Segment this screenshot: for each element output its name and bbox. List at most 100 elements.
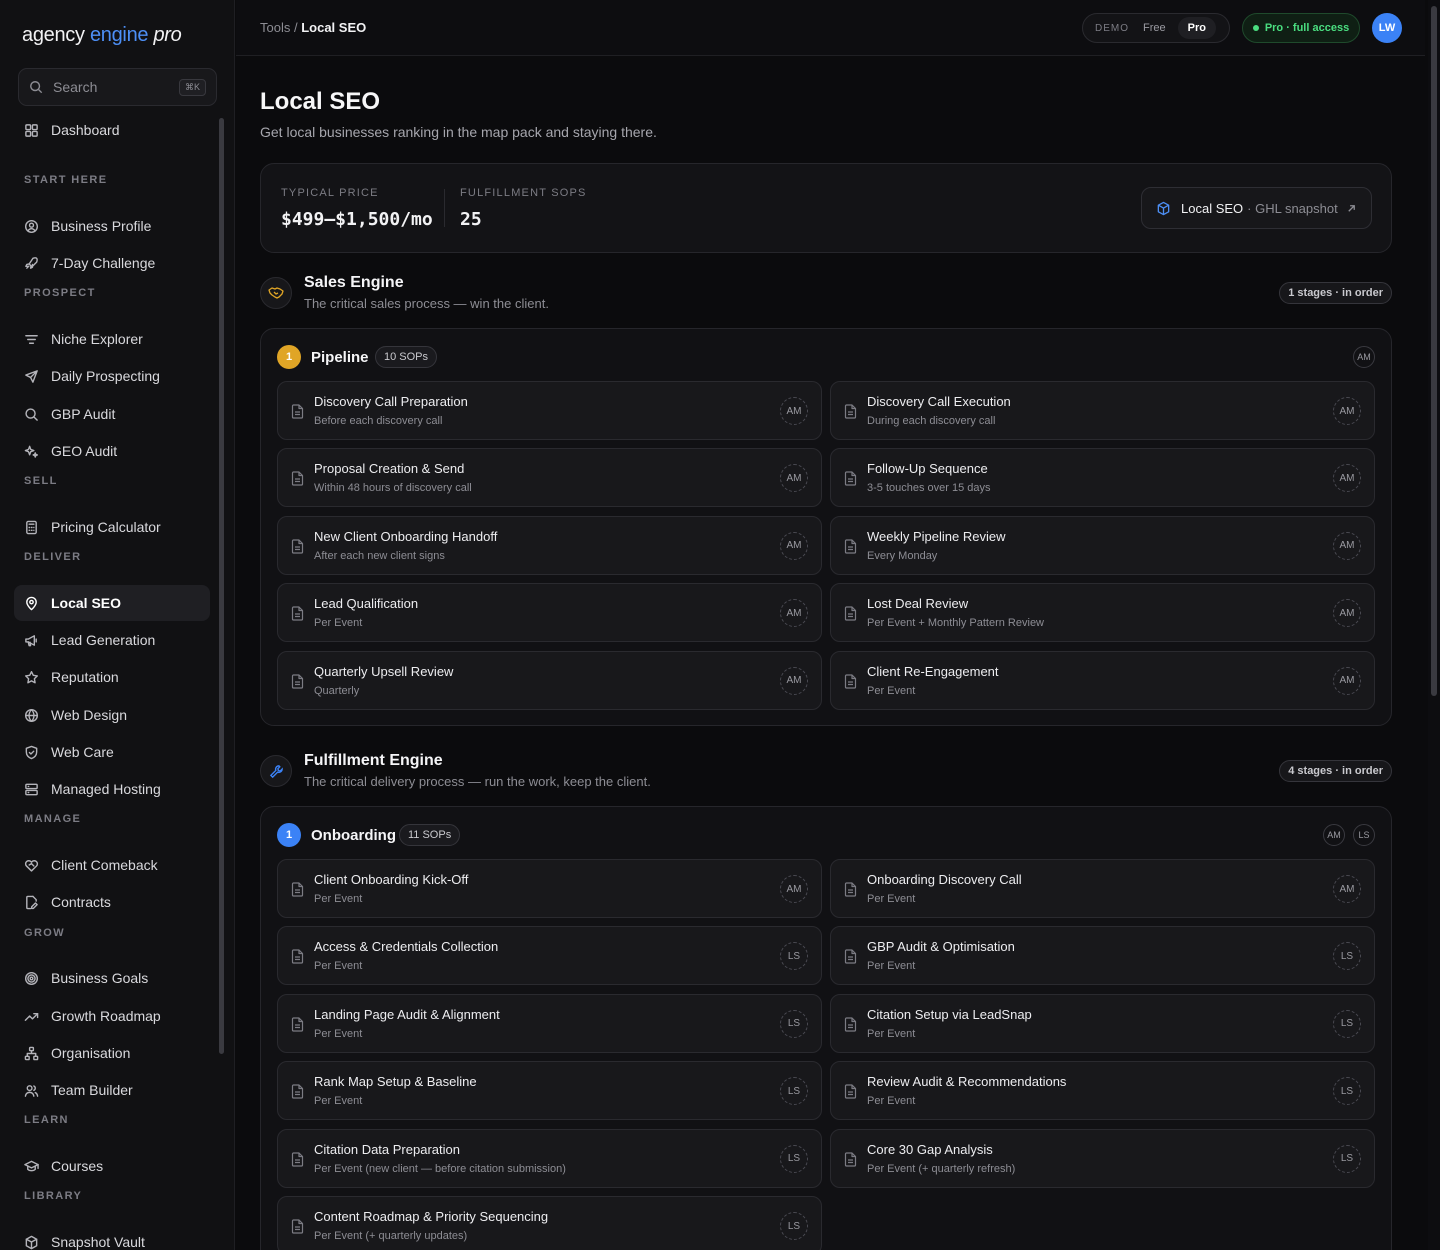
sop-card[interactable]: Rank Map Setup & Baseline Per Event LS (277, 1061, 822, 1121)
sidebar-item-team-builder[interactable]: Team Builder (14, 1072, 210, 1108)
sidebar-item-web-design[interactable]: Web Design (14, 697, 210, 733)
sop-card[interactable]: Weekly Pipeline Review Every Monday AM (830, 515, 1375, 575)
sop-owner-avatar[interactable]: LS (1333, 1077, 1361, 1106)
sop-card[interactable]: Client Onboarding Kick-Off Per Event AM (277, 859, 822, 918)
sop-title: GBP Audit & Optimisation (867, 939, 1015, 955)
sidebar-item-lead-generation[interactable]: Lead Generation (14, 622, 210, 658)
sop-card[interactable]: Review Audit & Recommendations Per Event L… (830, 1061, 1375, 1121)
document-icon (844, 606, 857, 621)
sop-card[interactable]: Citation Data Preparation Per Event (new … (277, 1128, 822, 1188)
sidebar-item-snapshot-vault[interactable]: Snapshot Vault (14, 1224, 210, 1250)
sidebar-item-managed-hosting[interactable]: Managed Hosting (14, 771, 210, 807)
sidebar-item-web-care[interactable]: Web Care (14, 734, 210, 770)
sidebar-item-daily-prospecting[interactable]: Daily Prospecting (14, 358, 210, 394)
sop-owner-avatar[interactable]: AM (1333, 464, 1361, 493)
sidebar-item-growth-roadmap[interactable]: Growth Roadmap (14, 998, 210, 1034)
sop-card[interactable]: Lost Deal Review Per Event + Monthly Patt… (830, 583, 1375, 643)
snapshot-suffix: · GHL snapshot (1247, 200, 1338, 216)
sidebar-item-organisation[interactable]: Organisation (14, 1035, 210, 1071)
sop-owner-avatar[interactable]: LS (780, 1212, 808, 1240)
sop-card[interactable]: GBP Audit & Optimisation Per Event LS (830, 926, 1375, 986)
sop-card[interactable]: Landing Page Audit & Alignment Per Event L… (277, 993, 822, 1053)
sop-owner-avatar[interactable]: LS (780, 1144, 808, 1173)
sop-card[interactable]: Core 30 Gap Analysis Per Event (+ quarter… (830, 1128, 1375, 1188)
search-box[interactable]: Search ⌘K (18, 68, 217, 106)
sop-owner-avatar[interactable]: LS (780, 1009, 808, 1038)
sop-owner-avatar[interactable]: AM (780, 464, 808, 493)
sales-engine-subtitle: The critical sales process — win the cli… (304, 296, 549, 311)
sop-card[interactable]: Client Re-Engagement Per Event AM (830, 650, 1375, 710)
sales-engine-title: Sales Engine (304, 274, 404, 291)
sidebar-item-label: Growth Roadmap (51, 1008, 161, 1024)
map-pin-icon (26, 596, 37, 610)
sidebar-item-local-seo[interactable]: Local SEO (14, 585, 210, 621)
sop-card[interactable]: Follow-Up Sequence 3-5 touches over 15 da… (830, 448, 1375, 508)
breadcrumb-tools[interactable]: Tools (260, 20, 290, 35)
sidebar-item-gbp-audit[interactable]: GBP Audit (14, 396, 210, 432)
sop-card[interactable]: Content Roadmap & Priority Sequencing Per… (277, 1196, 822, 1250)
nav-section-learn: LEARN (24, 1114, 69, 1126)
rocket-icon (25, 256, 38, 269)
sop-owner-avatar[interactable]: AM (1333, 599, 1361, 628)
plan-pro-option[interactable]: Pro (1177, 17, 1216, 39)
sidebar-item-business-goals[interactable]: Business Goals (14, 960, 210, 996)
sop-card[interactable]: Quarterly Upsell Review Quarterly AM (277, 650, 822, 710)
sop-owner-avatar[interactable]: LS (1333, 1144, 1361, 1173)
sop-owner-avatar[interactable]: LS (780, 1077, 808, 1106)
snapshot-link-button[interactable]: Local SEO · GHL snapshot (1141, 187, 1372, 229)
sidebar-item-contracts[interactable]: Contracts (14, 884, 210, 920)
sop-owner-avatar[interactable]: AM (1333, 875, 1361, 903)
stats-card: TYPICAL PRICE $499–$1,500/mo FULFILLMENT… (260, 163, 1392, 253)
sidebar-item-client-comeback[interactable]: Client Comeback (14, 847, 210, 883)
sidebar-item-label: GBP Audit (51, 406, 116, 422)
sop-card[interactable]: Discovery Call Execution During each disc… (830, 381, 1375, 440)
access-badge: Pro · full access (1242, 13, 1360, 43)
sop-card[interactable]: New Client Onboarding Handoff After each … (277, 515, 822, 575)
sop-frequency: During each discovery call (867, 415, 996, 427)
page-scrollbar[interactable] (1428, 0, 1440, 1250)
sidebar-item-business-profile[interactable]: Business Profile (14, 208, 210, 244)
sop-card[interactable]: Citation Setup via LeadSnap Per Event LS (830, 993, 1375, 1053)
sop-title: Discovery Call Execution (867, 394, 1011, 409)
sidebar-item-7-day-challenge[interactable]: 7-Day Challenge (14, 245, 210, 281)
sop-owner-avatar[interactable]: AM (780, 875, 808, 903)
sop-owner-avatar[interactable]: AM (1333, 397, 1361, 425)
sidebar-item-dashboard[interactable]: Dashboard (14, 112, 210, 148)
sop-frequency: Per Event (314, 1027, 363, 1040)
sop-card[interactable]: Onboarding Discovery Call Per Event AM (830, 859, 1375, 918)
sop-title: Proposal Creation & Send (314, 461, 465, 477)
breadcrumb-current: Local SEO (301, 20, 367, 35)
sop-card[interactable]: Lead Qualification Per Event AM (277, 583, 822, 643)
search-placeholder: Search (53, 79, 98, 95)
sop-owner-avatar[interactable]: AM (780, 599, 808, 628)
app-logo[interactable]: agency engine pro (22, 24, 182, 47)
sop-frequency: Every Monday (867, 549, 938, 562)
document-icon (844, 949, 857, 964)
sidebar-item-reputation[interactable]: Reputation (14, 659, 210, 695)
demo-label: DEMO (1095, 22, 1129, 34)
sidebar-item-pricing-calculator[interactable]: Pricing Calculator (14, 509, 210, 545)
plan-free-option[interactable]: Free (1143, 22, 1166, 34)
sop-owner-avatar[interactable]: AM (780, 397, 808, 425)
page-scrollbar-thumb[interactable] (1431, 6, 1437, 696)
sop-card[interactable]: Discovery Call Preparation Before each di… (277, 381, 822, 440)
sop-card[interactable]: Access & Credentials Collection Per Event… (277, 926, 822, 986)
globe-icon (24, 708, 39, 722)
sidebar-item-niche-explorer[interactable]: Niche Explorer (14, 321, 210, 357)
sop-owner-avatar[interactable]: AM (1333, 531, 1361, 560)
sidebar-item-geo-audit[interactable]: GEO Audit (14, 433, 210, 469)
sop-owner-avatar[interactable]: LS (780, 942, 808, 971)
user-avatar[interactable]: LW (1372, 13, 1402, 43)
sidebar-scrollbar[interactable] (219, 118, 224, 1054)
sop-owner-avatar[interactable]: LS (1333, 942, 1361, 971)
sop-title: Follow-Up Sequence (867, 461, 988, 477)
sop-frequency: Per Event (new client — before citation … (314, 1162, 566, 1175)
sop-card[interactable]: Proposal Creation & Send Within 48 hours … (277, 448, 822, 508)
logo-text-agency: agency (22, 24, 90, 46)
sop-owner-avatar[interactable]: AM (780, 531, 808, 560)
sidebar-item-courses[interactable]: Courses (14, 1148, 210, 1184)
sop-owner-avatar[interactable]: AM (1333, 666, 1361, 695)
sop-owner-avatar[interactable]: AM (780, 666, 808, 695)
sidebar-item-label: Client Comeback (51, 857, 158, 873)
sop-owner-avatar[interactable]: LS (1333, 1009, 1361, 1038)
